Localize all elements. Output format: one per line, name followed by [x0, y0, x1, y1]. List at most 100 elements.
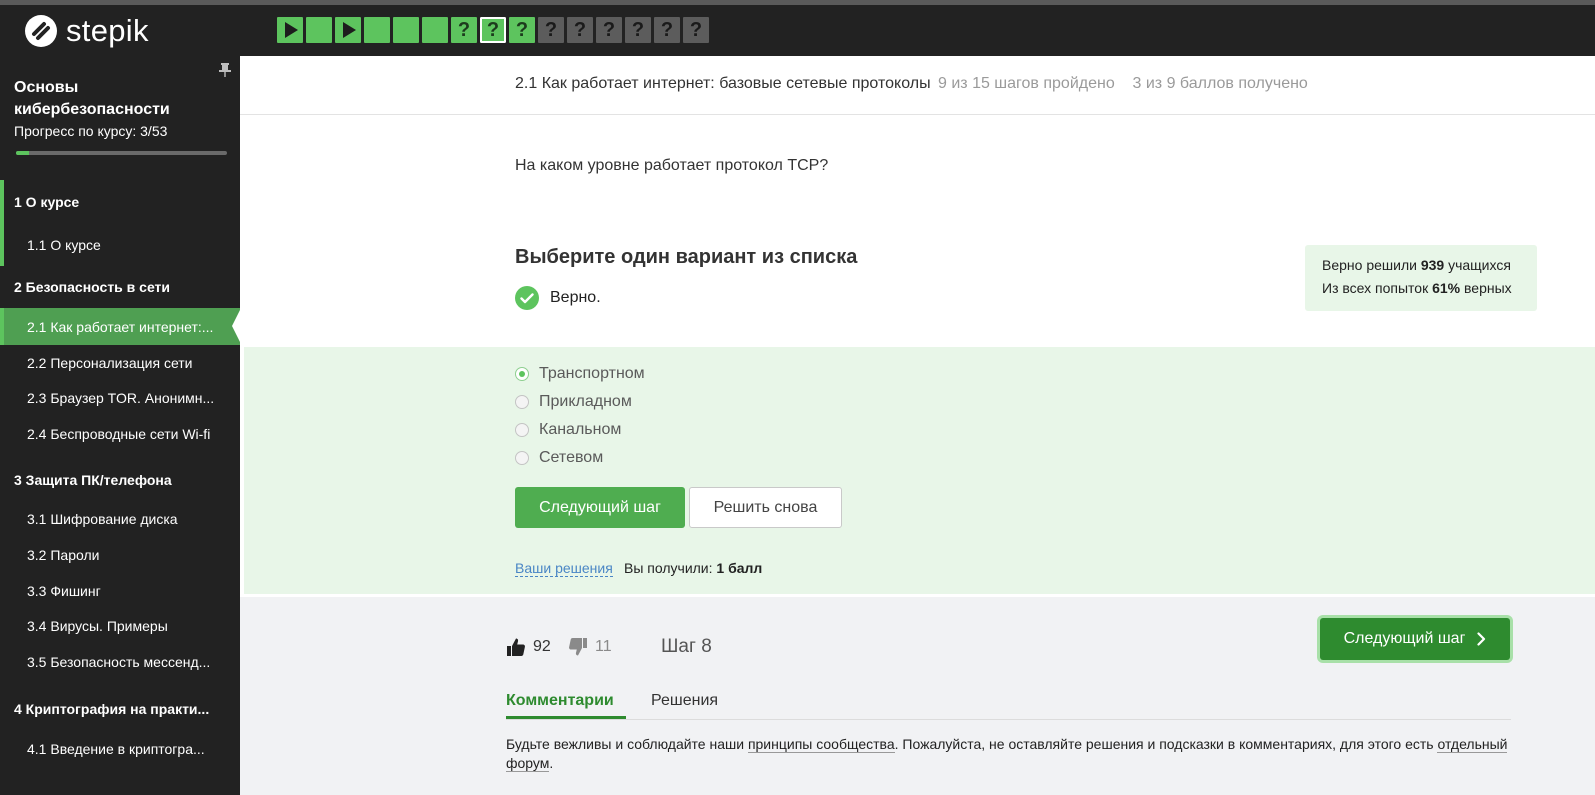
answer-option[interactable]: Канальном: [515, 421, 621, 439]
check-icon: [515, 286, 539, 310]
step-9[interactable]: ?: [509, 17, 535, 43]
active-tab-indicator: [506, 716, 626, 719]
step-footer: 92 11 Шаг 8 Следующий шаг Комментарии Ре…: [240, 597, 1595, 795]
success-rate-value: 61%: [1432, 280, 1461, 296]
sidebar-lesson-1[interactable]: 1.1 О курсе: [0, 223, 240, 266]
question-text: На каком уровне работает протокол TCP?: [515, 157, 829, 174]
sidebar-lesson-4[interactable]: 2.2 Персонализация сети: [0, 345, 240, 380]
answer-option-label: Канальном: [539, 421, 622, 438]
question-icon: ?: [486, 19, 500, 41]
community-principles-link[interactable]: принципы сообщества: [747, 736, 895, 753]
course-title[interactable]: Основы кибербезопасности: [14, 77, 214, 121]
step-4[interactable]: [364, 17, 390, 43]
step-2[interactable]: [306, 17, 332, 43]
sidebar-item-label: 2.2 Персонализация сети: [27, 354, 193, 371]
tab-comments[interactable]: Комментарии: [506, 692, 614, 710]
step-1[interactable]: [277, 17, 303, 43]
top-navigation-bar: stepik ?????????: [0, 5, 1595, 56]
radio-button[interactable]: [515, 423, 529, 437]
step-11[interactable]: ?: [567, 17, 593, 43]
stepik-logo-icon: [25, 15, 57, 47]
radio-button[interactable]: [515, 451, 529, 465]
sidebar-module-7[interactable]: 3 Защита ПК/телефона: [0, 459, 240, 501]
course-sidebar: Основы кибербезопасности Прогресс по кур…: [0, 56, 240, 795]
course-progress-fill: [16, 151, 29, 155]
step-navigation: ?????????: [277, 16, 712, 44]
radio-button[interactable]: [515, 395, 529, 409]
pin-icon[interactable]: [218, 62, 232, 78]
sidebar-lesson-11[interactable]: 3.4 Вирусы. Примеры: [0, 608, 240, 644]
like-button[interactable]: 92: [506, 637, 551, 657]
lesson-main: 2.1 Как работает интернет: базовые сетев…: [240, 56, 1595, 795]
step-3[interactable]: [335, 17, 361, 43]
lesson-title: 2.1 Как работает интернет: базовые сетев…: [515, 75, 931, 92]
sidebar-item-label: 1 О курсе: [14, 193, 80, 210]
solved-count-value: 939: [1420, 257, 1445, 273]
rules-text-1: Будьте вежливы и соблюдайте наши: [506, 736, 748, 752]
solved-count-suffix: учащихся: [1444, 257, 1511, 273]
section-progress-marker-2: [0, 308, 4, 345]
lesson-header: 2.1 Как работает интернет: базовые сетев…: [240, 56, 1595, 115]
your-solutions-link[interactable]: Ваши решения: [515, 560, 613, 577]
step-13[interactable]: ?: [625, 17, 651, 43]
tab-solutions[interactable]: Решения: [651, 692, 718, 710]
step-7[interactable]: ?: [451, 17, 477, 43]
community-rules-notice: Будьте вежливы и соблюдайте наши принцип…: [506, 735, 1516, 773]
sidebar-module-0[interactable]: 1 О курсе: [0, 180, 240, 223]
result-label: Верно.: [550, 289, 601, 306]
step-6[interactable]: [422, 17, 448, 43]
answer-option-label: Сетевом: [539, 449, 604, 466]
sidebar-item-label: 3.4 Вирусы. Примеры: [27, 618, 168, 634]
next-step-button[interactable]: Следующий шаг: [515, 487, 685, 528]
sidebar-item-label: 2.4 Беспроводные сети Wi-fi: [27, 426, 211, 442]
sidebar-module-13[interactable]: 4 Криптография на практи...: [0, 687, 240, 730]
success-rate-prefix: Из всех попыток: [1322, 280, 1433, 296]
sidebar-lesson-6[interactable]: 2.4 Беспроводные сети Wi-fi: [0, 416, 240, 452]
steps-passed: 9 из 15 шагов пройдено: [938, 75, 1115, 92]
points-earned: 3 из 9 баллов получено: [1132, 75, 1308, 92]
sidebar-lesson-14[interactable]: 4.1 Введение в криптогра...: [0, 730, 240, 767]
answer-option[interactable]: Сетевом: [515, 449, 603, 467]
solved-count-prefix: Верно решили: [1322, 257, 1421, 273]
sidebar-item-label: 3.3 Фишинг: [27, 582, 101, 599]
course-progress-label: Прогресс по курсу: 3/53: [14, 123, 168, 139]
sidebar-lesson-5[interactable]: 2.3 Браузер TOR. Анонимн...: [0, 380, 240, 416]
question-icon: ?: [544, 19, 558, 41]
answer-option[interactable]: Прикладном: [515, 393, 632, 411]
rules-text-3: .: [549, 755, 554, 771]
sidebar-item-label: 3.5 Безопасность мессенд...: [27, 654, 211, 670]
sidebar-lesson-8[interactable]: 3.1 Шифрование диска: [0, 501, 240, 537]
radio-button[interactable]: [515, 367, 529, 381]
answer-option[interactable]: Транспортном: [515, 365, 645, 383]
sidebar-item-label: 2.1 Как работает интернет:...: [27, 318, 214, 335]
discussion-tabs: Комментарии Решения: [506, 682, 1511, 720]
score-value: 1 балл: [716, 560, 763, 576]
answer-area: Транспортном Прикладном Канальном Сетевом С…: [244, 347, 1595, 594]
question-icon: ?: [660, 19, 674, 41]
thumbs-down-icon: [569, 638, 587, 656]
sidebar-lesson-10[interactable]: 3.3 Фишинг: [0, 573, 240, 608]
sidebar-item-label: 4.1 Введение в криптогра...: [27, 740, 205, 757]
play-icon: [343, 22, 356, 38]
dislike-count: 11: [595, 638, 612, 655]
stepik-logo[interactable]: stepik: [24, 13, 149, 48]
sidebar-lesson-9[interactable]: 3.2 Пароли: [0, 537, 240, 573]
sidebar-lesson-12[interactable]: 3.5 Безопасность мессенд...: [0, 644, 240, 680]
next-step-footer-button[interactable]: Следующий шаг: [1320, 618, 1510, 660]
course-progress-bar: [16, 151, 227, 155]
quiz-instruction: Выберите один вариант из списка: [515, 246, 858, 268]
step-8[interactable]: ?: [479, 16, 507, 44]
step-10[interactable]: ?: [538, 17, 564, 43]
question-icon: ?: [573, 19, 587, 41]
solve-again-button[interactable]: Решить снова: [689, 487, 842, 528]
step-12[interactable]: ?: [596, 17, 622, 43]
sidebar-module-2[interactable]: 2 Безопасность в сети: [0, 266, 240, 308]
sidebar-lesson-3[interactable]: 2.1 Как работает интернет:...: [0, 308, 240, 345]
step-5[interactable]: [393, 17, 419, 43]
dislike-button[interactable]: 11: [568, 637, 612, 657]
step-15[interactable]: ?: [683, 17, 709, 43]
step-14[interactable]: ?: [654, 17, 680, 43]
brand-name: stepik: [66, 13, 149, 48]
question-icon: ?: [515, 19, 529, 41]
score-label: Вы получили: 1 балл: [624, 560, 762, 576]
